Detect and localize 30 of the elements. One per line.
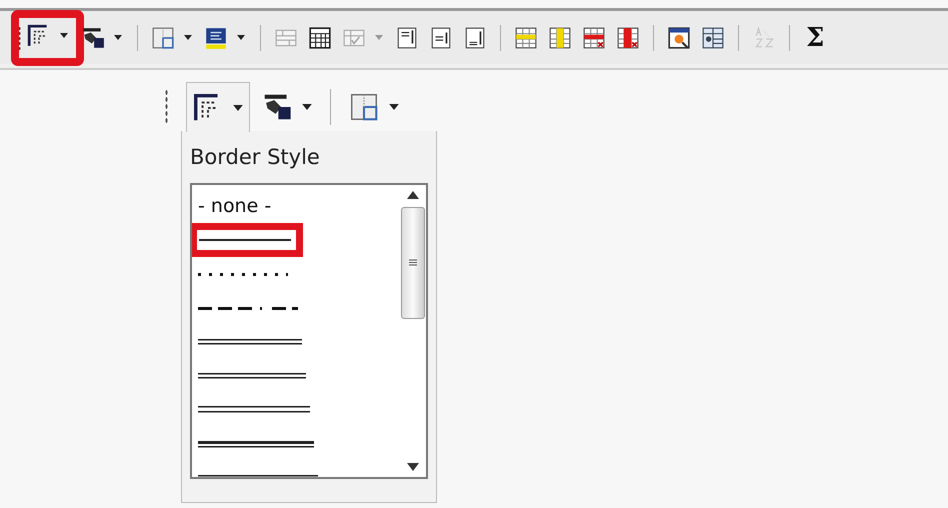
select-table-icon bbox=[667, 26, 691, 50]
insert-row-icon bbox=[514, 26, 538, 50]
delete-column-icon bbox=[616, 26, 640, 50]
panel-title: Border Style bbox=[190, 145, 321, 169]
caret-icon[interactable] bbox=[60, 33, 68, 38]
sum-button[interactable]: Σ bbox=[800, 22, 830, 52]
toolbar-grip[interactable] bbox=[18, 26, 21, 50]
scroll-thumb[interactable] bbox=[401, 207, 425, 319]
scroll-up-icon[interactable] bbox=[407, 191, 419, 199]
scroll-down-icon[interactable] bbox=[407, 463, 419, 471]
delete-row-icon bbox=[582, 26, 606, 50]
border-style-option[interactable]: - none - bbox=[196, 189, 296, 223]
table-grid-icon bbox=[308, 26, 332, 50]
caret-icon[interactable] bbox=[237, 35, 245, 40]
borders-icon bbox=[151, 26, 175, 50]
highlight-color-icon bbox=[204, 26, 228, 50]
grip-icon bbox=[408, 258, 418, 268]
caret-icon[interactable] bbox=[184, 35, 192, 40]
align-center-icon bbox=[429, 26, 453, 50]
borders-icon bbox=[349, 92, 379, 122]
align-top-icon bbox=[395, 26, 419, 50]
insert-column-icon bbox=[548, 26, 572, 50]
paint-bucket-icon bbox=[81, 26, 105, 50]
caret-icon[interactable] bbox=[114, 35, 122, 40]
toolbar-button[interactable] bbox=[186, 82, 250, 132]
border-style-option[interactable] bbox=[192, 223, 303, 257]
toolbar-grip[interactable] bbox=[165, 89, 168, 125]
paint-bucket-icon bbox=[262, 92, 292, 122]
table-properties-icon bbox=[701, 26, 725, 50]
align-bottom-icon bbox=[463, 26, 487, 50]
